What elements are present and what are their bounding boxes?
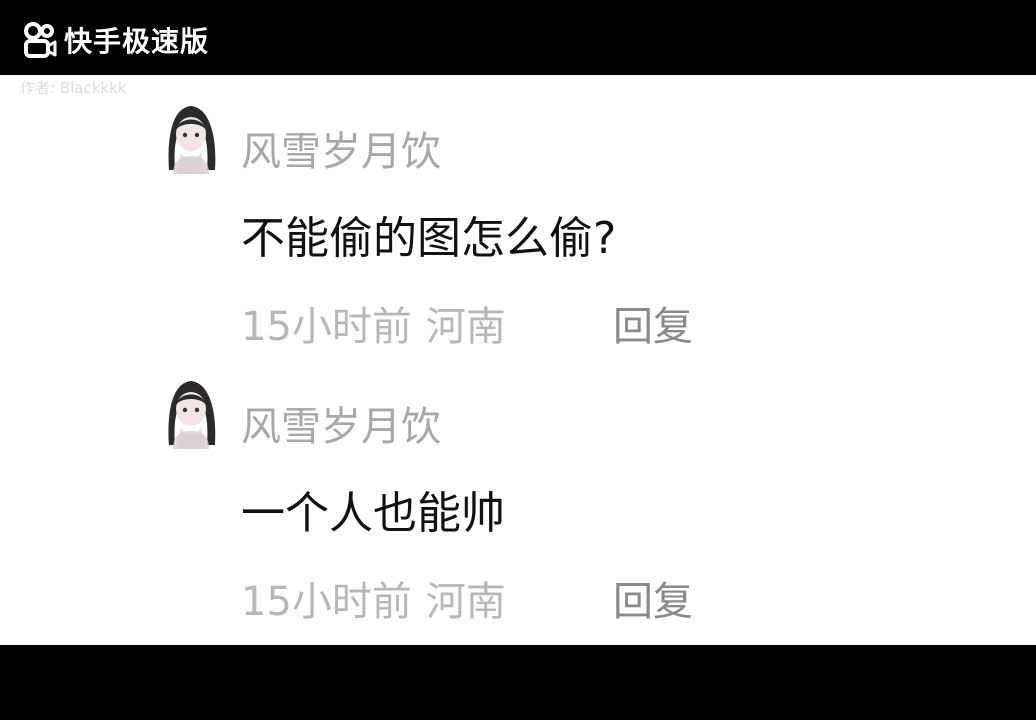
- comment-time: 15小时前: [241, 579, 412, 625]
- comment-username[interactable]: 风雪岁月饮: [241, 132, 441, 172]
- reply-button[interactable]: 回复: [613, 307, 693, 347]
- video-frame: 快手极速版 作者: Blackkkk 风雪岁月饮 不能偷的图怎么偷? 15小时前…: [0, 0, 1036, 720]
- comment-text: 一个人也能帅: [241, 488, 505, 539]
- avatar[interactable]: [159, 100, 223, 174]
- comment-username[interactable]: 风雪岁月饮: [241, 407, 441, 447]
- kuaishou-logo-icon: [24, 22, 57, 58]
- top-letterbox: 快手极速版: [0, 0, 1036, 75]
- comment-screenshot: 作者: Blackkkk 风雪岁月饮 不能偷的图怎么偷? 15小时前河南 回复: [0, 75, 1036, 645]
- author-watermark: 作者: Blackkkk: [20, 79, 127, 97]
- reply-button[interactable]: 回复: [613, 582, 693, 622]
- comment-location: 河南: [425, 304, 506, 350]
- comment-meta: 15小时前 河南: [241, 582, 506, 622]
- comment-time: 15小时前: [241, 304, 412, 350]
- comment-text: 不能偷的图怎么偷?: [241, 213, 617, 264]
- comment-item: 风雪岁月饮 不能偷的图怎么偷? 15小时前 河南 回复: [155, 100, 855, 347]
- app-logo: 快手极速版: [22, 20, 209, 60]
- bottom-letterbox: [0, 645, 1036, 720]
- app-name: 快手极速版: [64, 25, 210, 58]
- comment-item: 风雪岁月饮 一个人也能帅 15小时前 河南 回复: [155, 375, 855, 622]
- comment-meta: 15小时前 河南: [241, 307, 506, 347]
- avatar[interactable]: [159, 375, 223, 449]
- comment-location: 河南: [425, 579, 506, 625]
